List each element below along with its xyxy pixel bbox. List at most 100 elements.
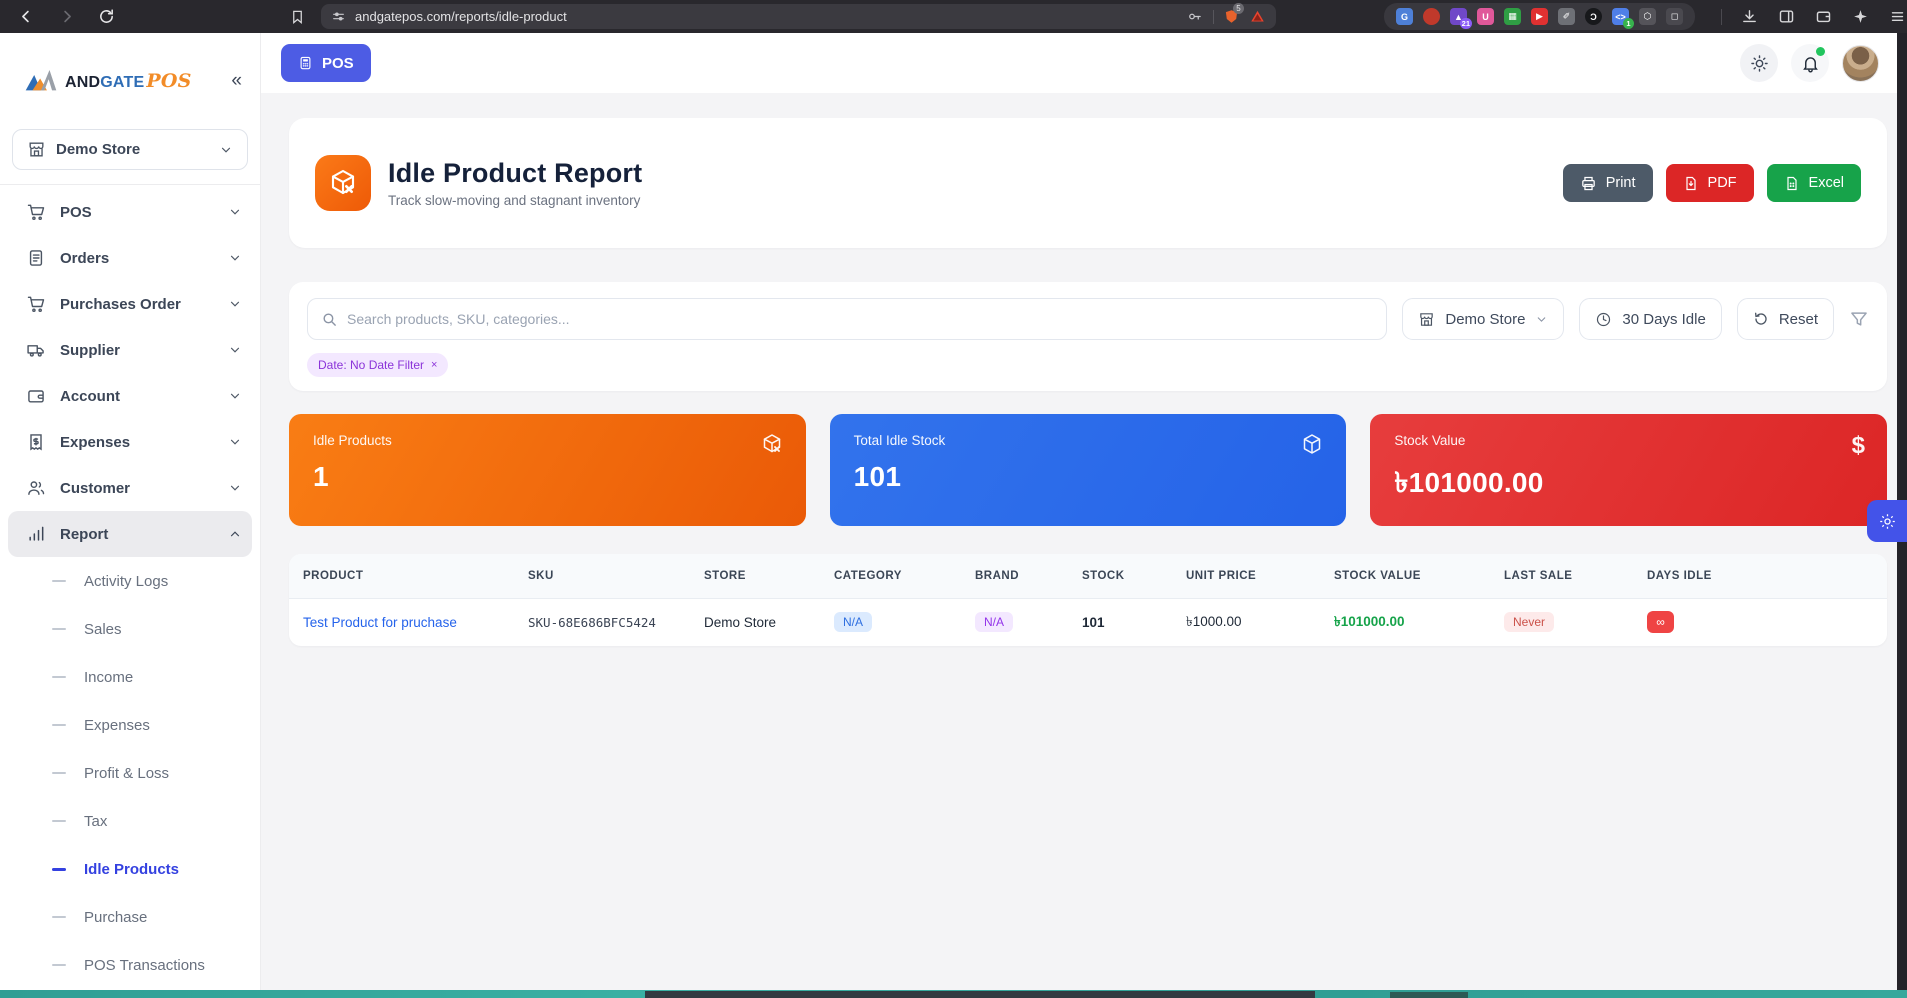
truck-icon [26, 340, 46, 360]
title-card: Idle Product Report Track slow-moving an… [289, 118, 1887, 248]
stock-value-cell: ৳101000.00 [1334, 613, 1405, 629]
sidebar-item-profit-loss[interactable]: Profit & Loss [0, 749, 260, 797]
sidebar-item-purchases-order[interactable]: Purchases Order [0, 281, 260, 327]
print-button[interactable]: Print [1562, 164, 1653, 202]
translate-extension-icon[interactable]: G [1396, 8, 1413, 25]
chevron-up-icon [228, 527, 242, 541]
sidebar-panel-icon[interactable] [1776, 7, 1796, 27]
url-text[interactable]: andgatepos.com/reports/idle-product [355, 9, 1186, 24]
sidebar-item-customer[interactable]: Customer [0, 465, 260, 511]
search-box [307, 298, 1388, 340]
sidebar-item-expenses-report[interactable]: Expenses [0, 701, 260, 749]
pos-button[interactable]: POS [281, 44, 371, 82]
sidebar-item-sales[interactable]: Sales [0, 605, 260, 653]
eyedropper-extension-icon[interactable]: ✐ [1558, 8, 1575, 25]
file-download-icon [1683, 175, 1699, 192]
sidebar-item-purchase[interactable]: Purchase [0, 893, 260, 941]
idle-period-select[interactable]: 30 Days Idle [1579, 298, 1722, 340]
url-bar[interactable]: andgatepos.com/reports/idle-product 5 [321, 3, 1276, 29]
sidebar-item-report[interactable]: Report [8, 511, 252, 557]
puzzle-extension-icon[interactable]: ⬡ [1639, 8, 1656, 25]
store-filter-select[interactable]: Demo Store [1402, 298, 1565, 340]
theme-toggle-button[interactable] [1740, 44, 1778, 82]
dark-mode-extension-icon[interactable]: Ɔ [1585, 8, 1602, 25]
stat-card-total-idle-stock: Total Idle Stock 101 [829, 414, 1347, 526]
last-sale-badge: Never [1504, 612, 1555, 633]
vpn-extension-icon[interactable]: ▲ 21 [1450, 8, 1472, 29]
product-link[interactable]: Test Product for pruchase [289, 598, 514, 646]
brand-cell: N/A [961, 598, 1068, 646]
clock-icon [1595, 311, 1612, 328]
chevron-down-icon [228, 343, 242, 357]
spreadsheet-icon [1784, 175, 1800, 192]
sidebar-item-supplier[interactable]: Supplier [0, 327, 260, 373]
sidebar-item-expenses[interactable]: Expenses [0, 419, 260, 465]
sidebar-item-income[interactable]: Income [0, 653, 260, 701]
package-x-icon [315, 155, 371, 211]
brand-badge: N/A [975, 612, 1014, 633]
code-extension-icon[interactable]: <> 1 [1612, 8, 1634, 29]
users-icon [26, 478, 46, 498]
wallet-icon[interactable] [1813, 7, 1833, 27]
settings-fab[interactable] [1867, 500, 1907, 542]
wallet-icon [26, 386, 46, 406]
column-header: UNIT PRICE [1172, 554, 1320, 599]
download-icon[interactable] [1739, 7, 1759, 27]
reload-button[interactable] [96, 7, 116, 27]
excel-button[interactable]: Excel [1766, 164, 1861, 202]
column-header: DAYS IDLE [1633, 554, 1887, 599]
password-key-icon[interactable] [1186, 9, 1203, 24]
sidebar-item-account[interactable]: Account [0, 373, 260, 419]
infinity-badge[interactable]: ∞ [1647, 611, 1674, 634]
receipt-icon [26, 432, 46, 452]
sidebar-item-pos[interactable]: POS [0, 189, 260, 235]
extensions-container: G ▲ 21 U ▦ ▶ ✐ Ɔ <> 1 ⬡ ◻ [1384, 3, 1695, 30]
chevron-down-icon [228, 481, 242, 495]
sidebar-item-activity-logs[interactable]: Activity Logs [0, 557, 260, 605]
filter-card: Demo Store 30 Days Idle Reset [289, 282, 1887, 391]
avatar[interactable] [1842, 44, 1879, 82]
sidebar-item-tax[interactable]: Tax [0, 797, 260, 845]
back-button[interactable] [16, 7, 36, 27]
notifications-button[interactable] [1791, 44, 1829, 82]
andgate-logo-icon [24, 68, 58, 94]
box-extension-icon[interactable]: ◻ [1666, 8, 1683, 25]
sidebar-collapse-button[interactable]: « [231, 70, 242, 92]
ublock-extension-icon[interactable]: U [1477, 8, 1494, 25]
reset-button[interactable]: Reset [1736, 298, 1834, 340]
sidebar: ANDGATE POS « Demo Store POS Orders Purc… [0, 33, 261, 990]
sidebar-item-pos-transactions[interactable]: POS Transactions [0, 941, 260, 989]
funnel-icon[interactable] [1849, 309, 1869, 329]
logo-text: ANDGATE POS [65, 70, 192, 92]
menu-icon[interactable] [1887, 7, 1907, 27]
chevron-down-icon [228, 205, 242, 219]
chip-close-icon[interactable]: × [431, 359, 437, 371]
unit-price-cell: ৳1000.00 [1186, 613, 1242, 629]
sidebar-item-orders[interactable]: Orders [0, 235, 260, 281]
table-header-row: PRODUCT SKU STORE CATEGORY BRAND STOCK U… [289, 554, 1887, 599]
shield-badge: 5 [1233, 3, 1244, 14]
red-circle-extension-icon[interactable] [1423, 8, 1440, 25]
calculator-icon [298, 55, 313, 71]
grid-extension-icon[interactable]: ▦ [1504, 8, 1521, 25]
extension-badge: 21 [1459, 18, 1472, 29]
video-extension-icon[interactable]: ▶ [1531, 8, 1548, 25]
category-badge: N/A [834, 612, 873, 633]
tune-icon[interactable] [331, 10, 346, 23]
column-header: CATEGORY [820, 554, 961, 599]
page-title: Idle Product Report [388, 158, 643, 188]
brave-triangle-icon[interactable] [1249, 9, 1266, 24]
stat-card-idle-products: Idle Products 1 [289, 414, 806, 526]
forward-button[interactable] [56, 7, 76, 27]
store-icon [27, 140, 46, 159]
bookmark-icon[interactable] [288, 7, 307, 27]
store-selector[interactable]: Demo Store [12, 129, 248, 170]
search-input[interactable] [347, 311, 1374, 327]
ai-sparkle-icon[interactable] [1850, 7, 1870, 27]
column-header: STORE [690, 554, 820, 599]
notification-badge [1816, 47, 1825, 56]
date-filter-chip[interactable]: Date: No Date Filter × [307, 353, 449, 377]
sidebar-item-idle-products[interactable]: Idle Products [0, 845, 260, 893]
pdf-button[interactable]: PDF [1665, 164, 1754, 202]
brave-shield-icon[interactable]: 5 [1224, 3, 1244, 25]
